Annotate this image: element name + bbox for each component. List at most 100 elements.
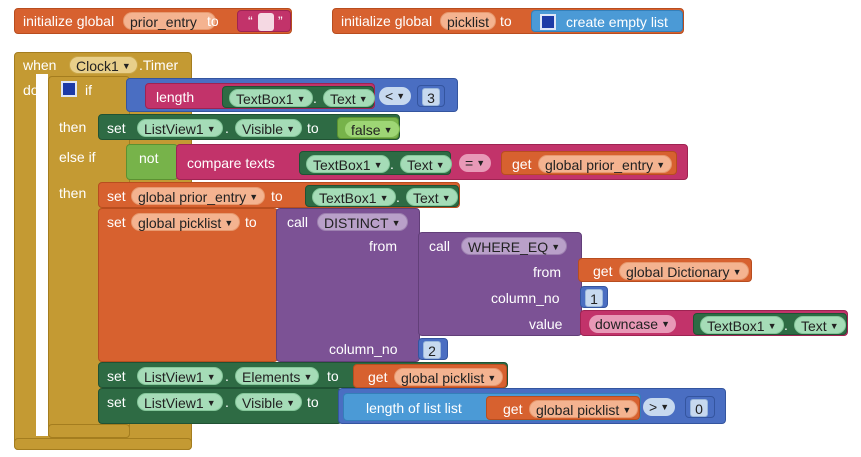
init-global-picklist-block[interactable]: initialize global picklist to create emp… [332,8,684,34]
set-global-prior-entry-block[interactable]: set global prior_entry ▼ to TextBox1 ▼ . T… [98,182,460,208]
var-name-field[interactable]: prior_entry [123,12,216,30]
textbox-text-getter[interactable]: TextBox1 ▼ . Text ▼ [693,313,847,335]
length-block[interactable]: length TextBox1 ▼ . Text ▼ [145,83,375,109]
then-label-2: then [59,185,87,201]
chevron-down-icon: ▼ [296,94,306,104]
number-field[interactable]: 0 [690,399,708,417]
mutator-gear-icon[interactable] [61,81,77,97]
mutator-gear-icon[interactable] [540,14,556,30]
set-listview-elements-block[interactable]: set ListView1 ▼ . Elements ▼ to get global… [98,362,508,388]
to-label: to [271,188,283,204]
number-block[interactable]: 1 [580,286,608,308]
textbox-text-getter[interactable]: TextBox1 ▼ . Text ▼ [305,185,459,207]
component-dropdown[interactable]: TextBox1 ▼ [306,155,390,173]
column-no-label: column_no [329,341,398,357]
get-global-prior-entry-block[interactable]: get global prior_entry ▼ [501,151,677,175]
chevron-down-icon: ▼ [379,193,389,203]
procedure-dropdown[interactable]: WHERE_EQ ▼ [461,237,568,255]
text-string-block[interactable]: “ ” [237,10,291,32]
variable-dropdown[interactable]: global prior_entry ▼ [131,187,266,205]
boolean-dropdown[interactable]: false ▼ [344,120,400,138]
number-block[interactable]: 0 [685,396,715,418]
component-dropdown[interactable]: ListView1 ▼ [137,367,223,385]
property-dropdown[interactable]: Text ▼ [323,89,375,107]
variable-dropdown[interactable]: global Dictionary ▼ [619,262,749,280]
textbox-text-getter[interactable]: TextBox1 ▼ . Text ▼ [222,86,375,108]
compare-texts-block[interactable]: compare texts TextBox1 ▼ . Text ▼ = ▼ get g… [176,144,688,180]
length-of-list-block[interactable]: length of list list get global picklist ▼ [343,393,641,421]
init-global-label: initialize global [341,13,433,29]
event-name-label: .Timer [139,57,179,73]
create-empty-list-block[interactable]: create empty list [531,10,683,32]
chevron-down-icon: ▼ [441,193,451,203]
call-label: call [287,214,309,230]
number-block[interactable]: 3 [417,85,445,107]
property-dropdown[interactable]: Text ▼ [400,155,452,173]
property-dropdown[interactable]: Text ▼ [794,316,846,334]
init-global-prior-entry-block[interactable]: initialize global prior_entry to “ ” [14,8,292,34]
set-listview-visible-block[interactable]: set ListView1 ▼ . Visible ▼ to false ▼ [98,114,400,140]
chevron-down-icon: ▼ [656,160,666,170]
from-label: from [369,238,397,254]
number-field[interactable]: 1 [585,289,603,307]
variable-dropdown[interactable]: global picklist ▼ [529,400,639,418]
component-dropdown[interactable]: TextBox1 ▼ [229,89,313,107]
procedure-dropdown[interactable]: DISTINCT ▼ [317,213,408,231]
operator-dropdown[interactable]: < ▼ [379,87,412,105]
property-dropdown[interactable]: Visible ▼ [235,119,302,137]
component-dropdown[interactable]: Clock1 ▼ [69,56,138,74]
get-global-picklist-block[interactable]: get global picklist ▼ [486,396,640,420]
chevron-down-icon: ▼ [435,160,445,170]
not-block[interactable]: not [126,144,178,180]
variable-dropdown[interactable]: global picklist ▼ [131,213,241,231]
text-function-dropdown[interactable]: downcase ▼ [589,315,677,333]
property-dropdown[interactable]: Text ▼ [406,188,458,206]
get-label: get [503,401,523,417]
component-dropdown[interactable]: TextBox1 ▼ [312,188,396,206]
component-dropdown[interactable]: TextBox1 ▼ [700,316,784,334]
chevron-down-icon: ▼ [396,91,406,101]
property-dropdown[interactable]: Visible ▼ [235,393,302,411]
set-global-picklist-block[interactable]: set global picklist ▼ to [98,208,278,362]
operator-dropdown[interactable]: = ▼ [459,154,492,172]
chevron-down-icon: ▼ [286,398,295,408]
open-quote: “ [248,13,253,29]
chevron-down-icon: ▼ [358,94,368,104]
event-statement-slot [36,74,48,436]
var-name-field[interactable]: picklist [440,12,497,30]
number-block[interactable]: 2 [418,338,448,360]
empty-string-field[interactable] [258,13,274,31]
then-label: then [59,119,87,135]
dot-label: . [396,189,400,205]
component-dropdown[interactable]: ListView1 ▼ [137,393,223,411]
boolean-block[interactable]: false ▼ [337,117,400,139]
set-label: set [107,120,126,136]
dot-label: . [225,368,229,384]
chevron-down-icon: ▼ [303,372,313,382]
operator-dropdown[interactable]: > ▼ [643,398,676,416]
downcase-block[interactable]: downcase ▼ TextBox1 ▼ . Text ▼ [580,310,848,336]
chevron-down-icon: ▼ [767,321,777,331]
call-distinct-block[interactable]: call DISTINCT ▼ from column_no [276,208,420,362]
compare-less-than-block[interactable]: length TextBox1 ▼ . Text ▼ < ▼ 3 [126,78,458,112]
property-dropdown[interactable]: Elements ▼ [235,367,320,385]
variable-dropdown[interactable]: global picklist ▼ [394,368,504,386]
compare-texts-label: compare texts [187,155,275,171]
get-label: get [512,156,532,172]
length-label: length [156,89,195,105]
number-field[interactable]: 2 [423,341,441,359]
value-label: value [529,316,563,332]
chevron-down-icon: ▼ [224,218,234,228]
call-where-eq-block[interactable]: call WHERE_EQ ▼ from column_no value [418,232,582,336]
component-dropdown[interactable]: ListView1 ▼ [137,119,223,137]
chevron-down-icon: ▼ [661,319,671,329]
set-listview-visible-block-2[interactable]: set ListView1 ▼ . Visible ▼ to [98,388,342,424]
chevron-down-icon: ▼ [206,372,216,382]
get-global-dictionary-block[interactable]: get global Dictionary ▼ [578,258,752,282]
chevron-down-icon: ▼ [732,267,742,277]
compare-greater-than-block[interactable]: length of list list get global picklist ▼… [338,388,726,424]
textbox-text-getter[interactable]: TextBox1 ▼ . Text ▼ [299,151,452,175]
number-field[interactable]: 3 [422,88,440,106]
get-global-picklist-block[interactable]: get global picklist ▼ [353,364,507,388]
variable-dropdown[interactable]: global prior_entry ▼ [538,155,673,173]
